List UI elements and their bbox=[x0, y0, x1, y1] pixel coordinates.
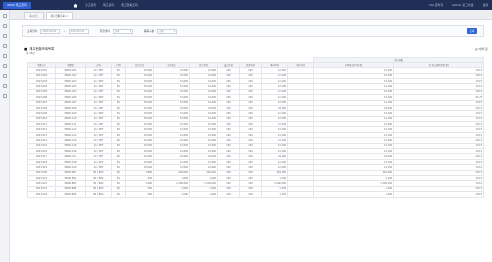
inbound-icon[interactable] bbox=[2, 34, 7, 38]
list-icon: ■ bbox=[24, 46, 28, 51]
chevron-down-icon: ▾ bbox=[129, 29, 131, 33]
outbound-icon[interactable] bbox=[2, 44, 7, 48]
center-select[interactable]: 전체 ▾ bbox=[112, 28, 133, 34]
table-cell: B1 / BOX bbox=[85, 191, 112, 198]
home-icon[interactable] bbox=[73, 3, 78, 8]
table-cell: 1,100 bbox=[313, 191, 395, 198]
table-cell: EA bbox=[111, 191, 126, 198]
nav-item-2[interactable]: 재고관리 bbox=[103, 3, 114, 7]
type-label: 품목구분 bbox=[143, 29, 155, 33]
inventory-icon[interactable] bbox=[2, 54, 7, 58]
table-cell: 100 bbox=[239, 191, 262, 198]
excel-download-label: 엑셀다운 bbox=[478, 48, 488, 51]
chart-icon[interactable] bbox=[2, 74, 7, 78]
nav-item-3[interactable]: 재고현황조회 bbox=[121, 3, 138, 7]
type-value: 전체 bbox=[159, 30, 164, 33]
table-row[interactable]: 2023-024 PROD-B05 B1 / BOX EA 500 1,000 1,000 1… bbox=[27, 191, 485, 198]
main-content: 조회일자 2023-01-01 ~ 2023-03-31 물류센터 전체 ▾ 품목… bbox=[10, 20, 492, 262]
date-from-input[interactable]: 2023-01-01 bbox=[40, 28, 61, 34]
inventory-table: 재고현황 제품코드 제품명 규격 단위 입고단가 기초재고 입고수량 출고수량 … bbox=[27, 57, 485, 198]
user-area: HQ 관리자 admin 로그아웃 설정 bbox=[429, 3, 488, 7]
center-label: 물류센터 bbox=[99, 29, 110, 33]
user-icon[interactable] bbox=[2, 84, 7, 88]
tab-dashboard[interactable]: 대시보드 bbox=[24, 12, 44, 19]
excel-icon: ▤ bbox=[475, 47, 478, 51]
user-name: HQ 관리자 bbox=[429, 3, 444, 7]
tab-inventory[interactable]: 재고현황조회 × bbox=[45, 12, 73, 19]
tab-strip: 대시보드 재고현황조회 × bbox=[10, 10, 492, 20]
sidebar bbox=[0, 10, 10, 262]
table-cell bbox=[286, 191, 315, 198]
gear-icon[interactable] bbox=[2, 94, 7, 98]
center-value: 전체 bbox=[114, 30, 120, 33]
table-cell: 1,000 bbox=[153, 191, 190, 198]
nav-item-1[interactable]: 출고관리 bbox=[85, 3, 96, 7]
type-select[interactable]: 전체 ▾ bbox=[157, 28, 178, 34]
table-cell: 2023-024 bbox=[27, 191, 56, 198]
top-nav: 출고관리 재고관리 재고현황조회 bbox=[73, 3, 138, 8]
menu-icon[interactable] bbox=[2, 14, 7, 18]
excel-download-button[interactable]: ▤ 엑셀다운 bbox=[475, 47, 488, 52]
table-cell: 500 bbox=[125, 191, 154, 198]
report-icon[interactable] bbox=[2, 64, 7, 68]
table-cell: PROD-B05 bbox=[55, 191, 86, 198]
table-cell: 100 bbox=[217, 191, 240, 198]
settings-link[interactable]: 설정 bbox=[482, 3, 488, 7]
app-logo[interactable]: WMS 재고관리 bbox=[3, 1, 31, 9]
logout-link[interactable]: admin 로그아웃 bbox=[452, 3, 473, 7]
date-label: 조회일자 bbox=[27, 29, 38, 33]
top-bar: WMS 재고관리 출고관리 재고관리 재고현황조회 HQ 관리자 admin 로… bbox=[0, 0, 492, 10]
filter-bar: 조회일자 2023-01-01 ~ 2023-03-31 물류센터 전체 ▾ 품목… bbox=[22, 25, 484, 37]
chevron-down-icon: ▾ bbox=[174, 29, 176, 33]
date-to-input[interactable]: 2023-03-31 bbox=[68, 28, 89, 34]
search-button[interactable]: 조회 bbox=[467, 28, 477, 34]
row-count: 총 26건 bbox=[26, 52, 35, 55]
dashboard-icon[interactable] bbox=[2, 24, 7, 28]
table-cell: 1,100 bbox=[261, 191, 288, 198]
table-cell: 1,000 bbox=[189, 191, 218, 198]
table-cell: 101.5 bbox=[393, 191, 485, 198]
